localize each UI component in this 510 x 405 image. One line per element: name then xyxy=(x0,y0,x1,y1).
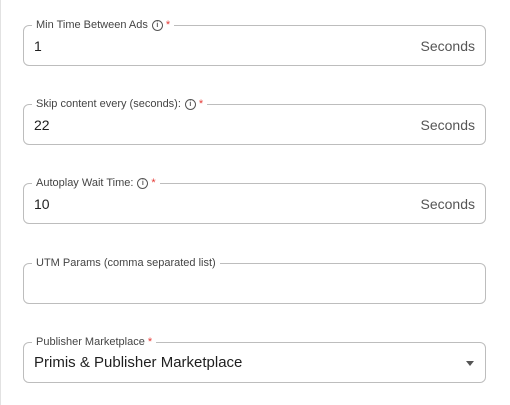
caret-down-icon[interactable] xyxy=(466,361,474,366)
required-marker: * xyxy=(151,177,156,189)
autoplay-wait-time-field[interactable]: Autoplay Wait Time: i * 10 Seconds xyxy=(23,176,486,224)
field-label-text: Autoplay Wait Time: xyxy=(36,177,134,189)
autoplay-wait-time-input[interactable]: 10 xyxy=(34,196,50,212)
skip-content-every-label: Skip content every (seconds): i * xyxy=(32,97,208,111)
autoplay-wait-time-label: Autoplay Wait Time: i * xyxy=(32,176,160,190)
field-label-text: Publisher Marketplace xyxy=(36,336,145,348)
field-label-text: Min Time Between Ads xyxy=(36,19,148,31)
min-time-between-ads-label: Min Time Between Ads i * xyxy=(32,18,175,32)
min-time-between-ads-field[interactable]: Min Time Between Ads i * 1 Seconds xyxy=(23,18,486,66)
skip-content-every-input[interactable]: 22 xyxy=(34,117,50,133)
seconds-suffix: Seconds xyxy=(420,196,475,212)
field-label-text: UTM Params (comma separated list) xyxy=(36,257,216,269)
skip-content-every-field[interactable]: Skip content every (seconds): i * 22 Sec… xyxy=(23,97,486,145)
utm-params-field[interactable]: UTM Params (comma separated list) xyxy=(23,256,486,304)
required-marker: * xyxy=(198,98,204,110)
info-icon[interactable]: i xyxy=(184,98,196,110)
seconds-suffix: Seconds xyxy=(420,117,475,133)
required-marker: * xyxy=(165,19,171,31)
field-label-text: Skip content every (seconds): xyxy=(36,98,181,110)
info-icon[interactable]: i xyxy=(137,177,149,189)
publisher-marketplace-select[interactable]: Publisher Marketplace * Primis & Publish… xyxy=(23,335,486,383)
seconds-suffix: Seconds xyxy=(420,38,475,54)
panel-left-border xyxy=(0,0,1,405)
min-time-between-ads-input[interactable]: 1 xyxy=(34,38,42,54)
utm-params-label: UTM Params (comma separated list) xyxy=(32,256,220,270)
info-icon[interactable]: i xyxy=(151,19,163,31)
publisher-marketplace-selected-value: Primis & Publisher Marketplace xyxy=(34,354,243,371)
publisher-marketplace-label: Publisher Marketplace * xyxy=(32,335,157,349)
required-marker: * xyxy=(147,336,153,348)
